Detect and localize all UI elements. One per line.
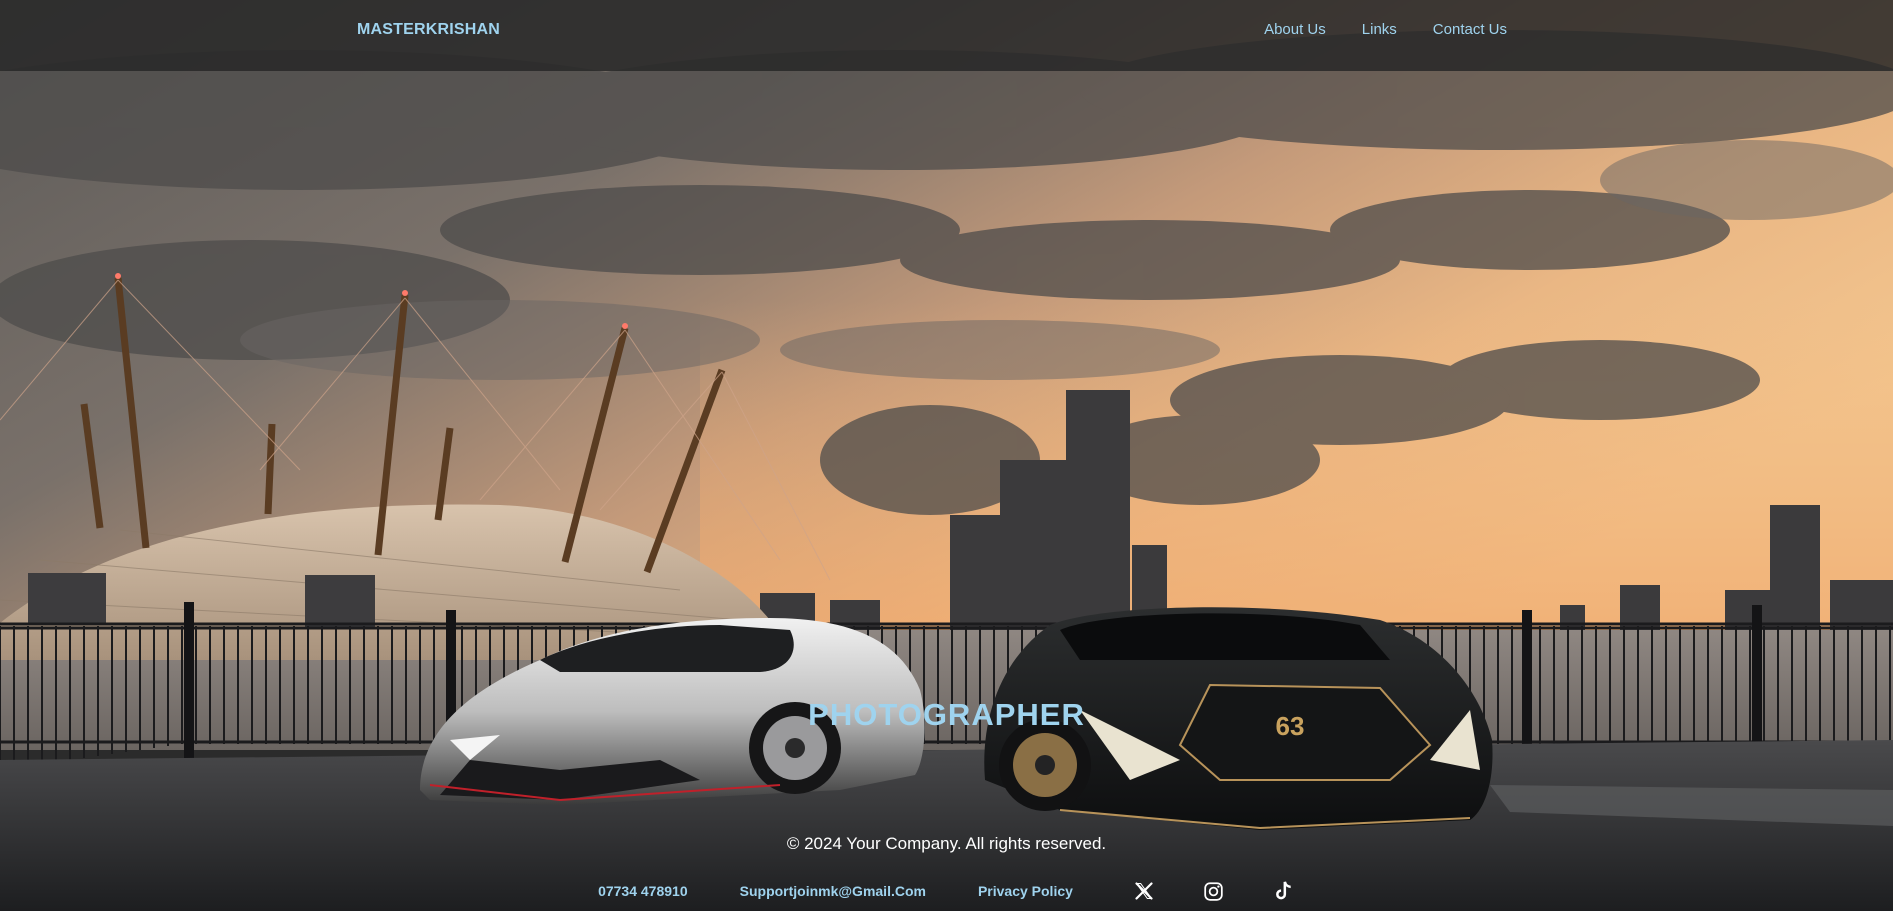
main-nav: About Us Links Contact Us	[1264, 21, 1507, 38]
tiktok-icon[interactable]	[1273, 880, 1295, 902]
nav-link-links[interactable]: Links	[1362, 21, 1397, 38]
brand-logo-link[interactable]: MASTERKRISHAN	[357, 21, 500, 39]
nav-link-about-us[interactable]: About Us	[1264, 21, 1326, 38]
phone-link[interactable]: 07734 478910	[598, 883, 688, 899]
copyright-text: © 2024 Your Company. All rights reserved…	[786, 834, 1107, 853]
privacy-policy-link[interactable]: Privacy Policy	[978, 883, 1073, 899]
instagram-icon[interactable]	[1203, 880, 1225, 902]
hero-background-image: 63	[0, 0, 1893, 911]
hero-title: PHOTOGRAPHER	[808, 697, 1085, 732]
email-link[interactable]: Supportjoinmk@Gmail.Com	[740, 883, 926, 899]
top-navigation-bar: MASTERKRISHAN About Us Links Contact Us	[0, 0, 1893, 71]
footer-links: 07734 478910 Supportjoinmk@Gmail.Com Pri…	[0, 880, 1893, 902]
nav-link-contact-us[interactable]: Contact Us	[1433, 21, 1507, 38]
social-links	[1133, 880, 1295, 902]
x-icon[interactable]	[1133, 880, 1155, 902]
